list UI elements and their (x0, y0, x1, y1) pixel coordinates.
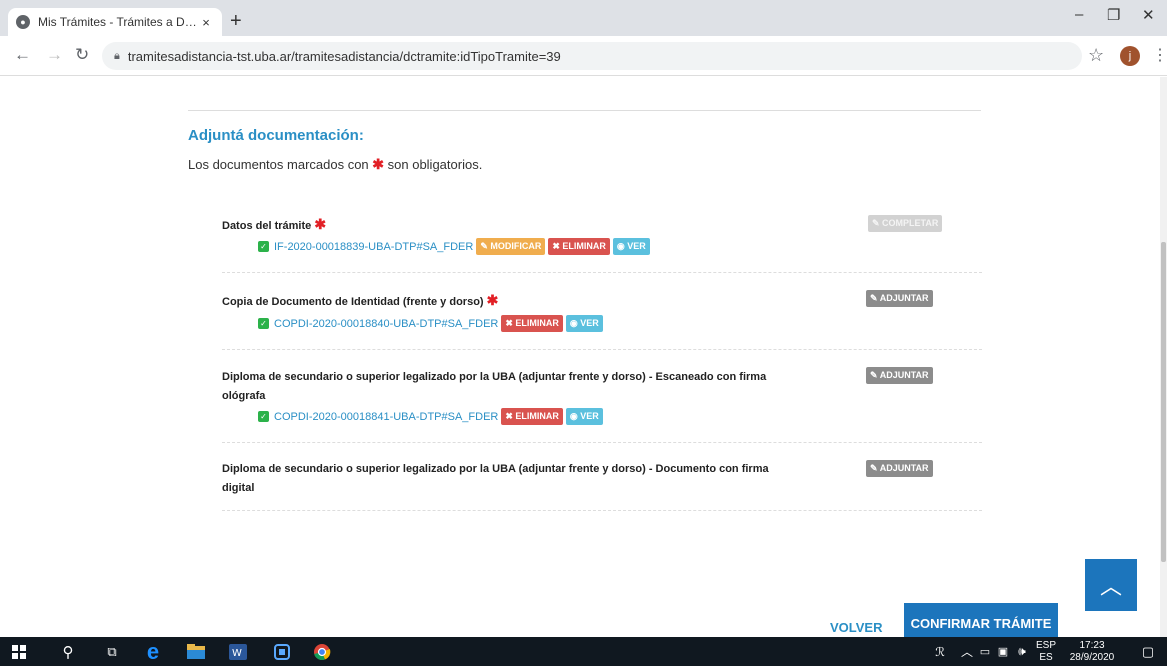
divider (222, 442, 982, 443)
top-divider (188, 110, 981, 111)
language-sub: ES (1039, 651, 1053, 663)
divider (222, 272, 982, 273)
file-link[interactable]: IF-2020-00018839-UBA-DTP#SA_FDER (274, 241, 473, 253)
volume-icon[interactable]: 🕪︎ (1012, 641, 1032, 662)
url-field[interactable]: 🔒︎ tramitesadistancia-tst.uba.ar/tramite… (102, 42, 1082, 70)
back-button[interactable]: VOLVER (830, 620, 883, 635)
browser-tab-bar: ● Mis Trámites - Trámites a Distanc × + … (0, 0, 1167, 36)
attach-button[interactable]: ✎ ADJUNTAR (866, 290, 933, 307)
required-star-icon: ✱ (372, 156, 385, 172)
clock[interactable]: 17:23 28/9/2020 (1064, 637, 1120, 666)
minimize-button[interactable]: – (1075, 6, 1083, 23)
profile-avatar[interactable]: j (1120, 46, 1140, 66)
back-arrow-icon[interactable]: ← (14, 46, 31, 64)
document-name-text: Datos del trámite (222, 220, 312, 232)
file-explorer-icon[interactable] (184, 641, 208, 662)
tab-title: Mis Trámites - Trámites a Distanc (38, 15, 198, 29)
required-star-icon: ✱ (314, 216, 327, 232)
intro-prefix: Los documentos marcados con (188, 157, 369, 172)
document-name: Datos del trámite ✱ (222, 215, 792, 236)
reload-icon[interactable]: ↻ (75, 46, 89, 64)
document-item: Datos del trámite ✱ ✓ IF-2020-00018839-U… (222, 215, 982, 295)
delete-button[interactable]: ✖ ELIMINAR (501, 408, 563, 425)
document-name: Diploma de secundario o superior legaliz… (222, 463, 769, 494)
document-name: Diploma de secundario o superior legaliz… (222, 371, 767, 402)
chevron-up-icon[interactable]: ︿ (958, 641, 976, 662)
scrollbar-thumb[interactable] (1161, 242, 1166, 562)
page-content: Adjuntá documentación: Los documentos ma… (0, 77, 1160, 643)
file-line: ✓ IF-2020-00018839-UBA-DTP#SA_FDER ✎ MOD… (258, 238, 650, 255)
document-name: Copia de Documento de Identidad (frente … (222, 291, 792, 312)
edge-icon[interactable]: e (140, 639, 166, 664)
document-item: Copia de Documento de Identidad (frente … (222, 290, 982, 371)
battery-icon[interactable]: ▭ (976, 641, 994, 662)
modify-button[interactable]: ✎ MODIFICAR (476, 238, 546, 255)
browser-tab[interactable]: ● Mis Trámites - Trámites a Distanc × (8, 8, 222, 36)
svg-text:W: W (232, 648, 242, 659)
taskbar: ⚲ ⧉ e W ℛ ︿ ▭ ▣ 🕪︎ ESP ES 17:23 28/9/202… (0, 637, 1167, 666)
attach-button[interactable]: ✎ ADJUNTAR (866, 460, 933, 477)
document-item: Diploma de secundario o superior legaliz… (222, 460, 982, 530)
view-button[interactable]: ◉ VER (565, 408, 603, 425)
people-icon[interactable]: ℛ (930, 641, 950, 662)
chrome-icon[interactable] (310, 641, 334, 662)
address-toolbar: ← → ↻ 🔒︎ tramitesadistancia-tst.uba.ar/t… (0, 36, 1167, 76)
search-icon[interactable]: ⚲ (56, 641, 80, 662)
view-button[interactable]: ◉ VER (612, 238, 650, 255)
document-name-text: Copia de Documento de Identidad (frente … (222, 296, 484, 308)
forward-arrow-icon[interactable]: → (46, 46, 63, 64)
notifications-icon[interactable]: ▢ (1138, 641, 1158, 662)
language-indicator[interactable]: ESP ES (1034, 637, 1058, 666)
delete-button[interactable]: ✖ ELIMINAR (548, 238, 610, 255)
file-link[interactable]: COPDI-2020-00018841-UBA-DTP#SA_FDER (274, 411, 498, 423)
divider (222, 349, 982, 350)
url-text: tramitesadistancia-tst.uba.ar/tramitesad… (127, 48, 561, 64)
language-code: ESP (1035, 639, 1056, 651)
intro-text: Los documentos marcados con ✱ son obliga… (188, 156, 482, 173)
network-icon[interactable]: ▣ (994, 641, 1012, 662)
file-link[interactable]: COPDI-2020-00018840-UBA-DTP#SA_FDER (274, 318, 498, 330)
check-icon: ✓ (258, 241, 269, 252)
restore-button[interactable]: ❐ (1107, 6, 1120, 24)
task-view-icon[interactable]: ⧉ (100, 641, 124, 662)
scroll-to-top-button[interactable]: ︿ (1085, 559, 1137, 611)
file-line: ✓ COPDI-2020-00018840-UBA-DTP#SA_FDER ✖ … (258, 315, 603, 332)
intro-suffix: son obligatorios. (387, 157, 483, 172)
delete-button[interactable]: ✖ ELIMINAR (501, 315, 563, 332)
new-tab-button[interactable]: + (230, 11, 242, 31)
clock-time: 17:23 (1079, 639, 1105, 651)
windows-start-icon[interactable] (8, 641, 30, 662)
check-icon: ✓ (258, 411, 269, 422)
scrollbar[interactable] (1160, 77, 1167, 637)
attach-button[interactable]: ✎ ADJUNTAR (866, 367, 933, 384)
section-title: Adjuntá documentación: (188, 127, 364, 144)
divider (222, 510, 982, 511)
tab-close-icon[interactable]: × (198, 15, 214, 30)
view-button[interactable]: ◉ VER (565, 315, 603, 332)
security-icon[interactable] (270, 641, 294, 662)
file-line: ✓ COPDI-2020-00018841-UBA-DTP#SA_FDER ✖ … (258, 408, 603, 425)
complete-button[interactable]: ✎ COMPLETAR (868, 215, 943, 232)
clock-date: 28/9/2020 (1069, 651, 1115, 663)
lock-icon: 🔒︎ (114, 49, 120, 62)
check-icon: ✓ (258, 318, 269, 329)
globe-icon: ● (16, 15, 30, 29)
bookmark-star-icon[interactable]: ☆ (1088, 45, 1104, 66)
close-window-button[interactable]: ✕ (1142, 6, 1155, 24)
required-star-icon: ✱ (486, 292, 499, 308)
document-item: Diploma de secundario o superior legaliz… (222, 367, 982, 458)
word-icon[interactable]: W (226, 641, 250, 662)
browser-menu-icon[interactable]: ⋮ (1152, 45, 1167, 65)
